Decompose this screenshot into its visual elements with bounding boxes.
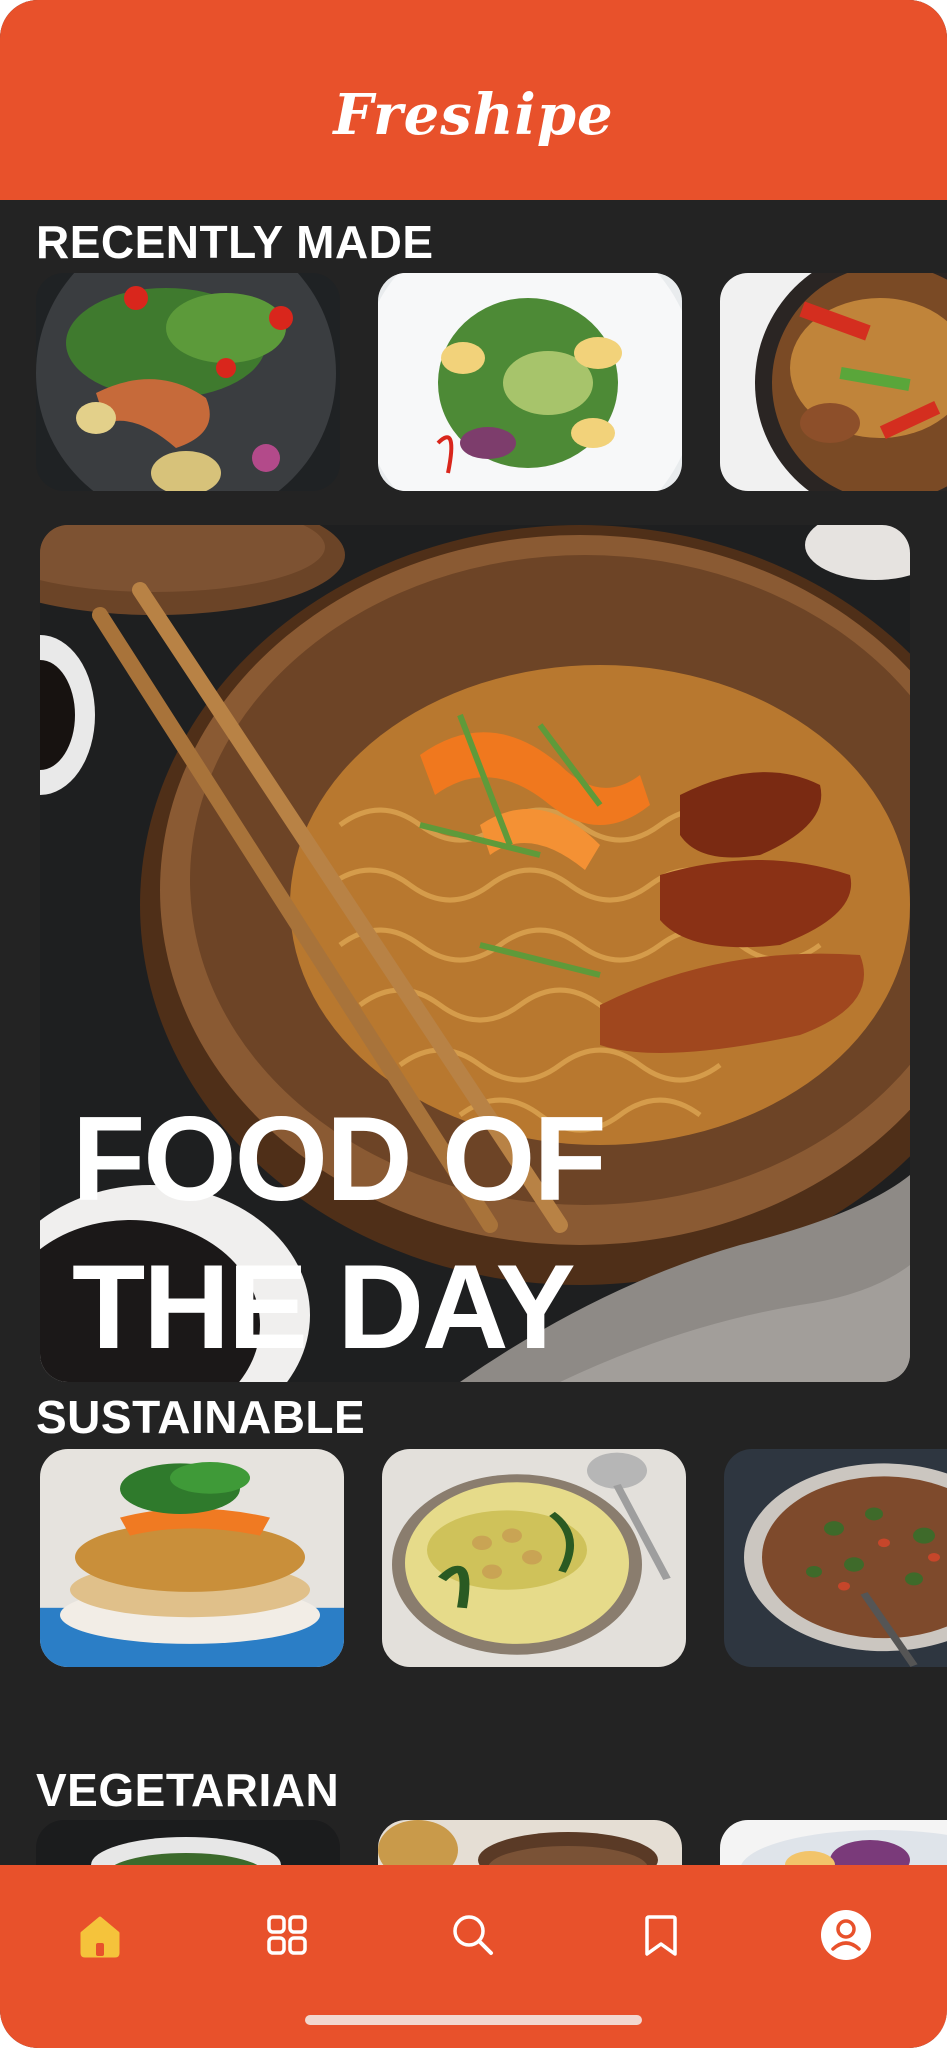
section-title-sustainable: SUSTAINABLE <box>36 1391 366 1443</box>
food-of-the-day-headline: FOOD OF THE DAY <box>72 1085 607 1381</box>
chickpea-curry-image <box>382 1449 686 1667</box>
recipe-card-avocado-salad[interactable] <box>378 273 682 491</box>
recipe-card-stir-fry-noodles[interactable] <box>720 273 947 491</box>
recipe-card-lentil-stew[interactable] <box>724 1449 947 1667</box>
nav-categories[interactable] <box>259 1907 315 1963</box>
salmon-salad-image <box>36 273 340 491</box>
headline-line-1: FOOD OF <box>72 1092 607 1226</box>
headline-line-2: THE DAY <box>72 1240 576 1374</box>
search-icon <box>453 1915 493 1955</box>
section-title-recently-made: RECENTLY MADE <box>36 216 434 268</box>
home-indicator[interactable] <box>305 2015 642 2025</box>
recipe-card-chickpea-curry[interactable] <box>382 1449 686 1667</box>
home-icon <box>80 1916 120 1958</box>
grid-icon <box>267 1915 307 1955</box>
lentil-stew-image <box>724 1449 947 1667</box>
sustainable-row[interactable] <box>0 1449 947 1667</box>
nav-saved[interactable] <box>633 1907 689 1963</box>
stir-fry-noodles-image <box>720 273 947 491</box>
app-logo-title: Freshipe <box>333 82 614 148</box>
app-screen: Freshipe RECENTLY MADE FOOD OF THE DAY S… <box>0 0 947 2048</box>
recipe-card-veggie-burger[interactable] <box>40 1449 344 1667</box>
food-of-the-day-card[interactable]: FOOD OF THE DAY <box>40 525 910 1382</box>
recipe-card-salmon-salad[interactable] <box>36 273 340 491</box>
nav-home[interactable] <box>72 1907 128 1963</box>
veggie-burger-image <box>40 1449 344 1667</box>
app-header: Freshipe <box>0 0 947 200</box>
bookmark-icon <box>645 1915 677 1956</box>
nav-profile[interactable] <box>818 1907 874 1963</box>
section-title-vegetarian: VEGETARIAN <box>36 1764 340 1816</box>
recently-made-row[interactable] <box>0 273 947 491</box>
profile-icon <box>821 1910 871 1960</box>
avocado-salad-image <box>378 273 682 491</box>
nav-search[interactable] <box>445 1907 501 1963</box>
